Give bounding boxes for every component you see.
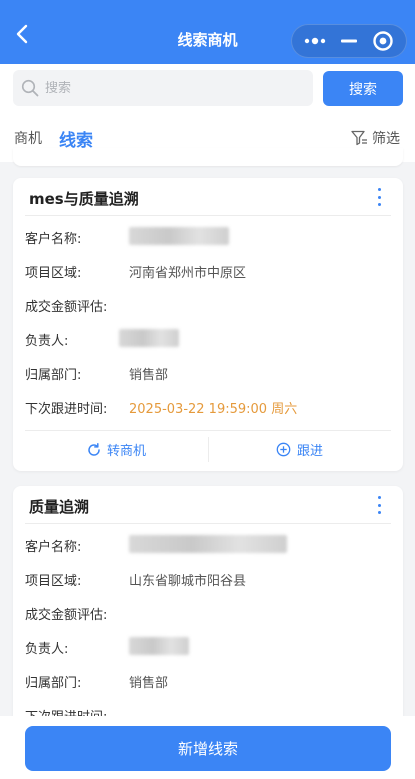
field-label: 项目区域: [25,266,82,281]
field-value: 河南省郑州市中原区 [129,266,247,281]
field-label: 归属部门: [25,676,82,691]
search-button[interactable]: 搜索 [323,71,403,106]
field-label: 客户名称: [25,232,82,247]
previous-card-edge [13,148,403,166]
search-bar: 搜索 [0,64,415,116]
field-label: 成交金额评估: [25,300,108,315]
field-value: 销售部 [129,368,169,383]
owner-field: 负责人: [25,322,391,356]
more-options-button[interactable] [371,494,387,516]
refresh-icon [88,442,100,456]
tab-business-opportunity[interactable]: 商机 [14,128,42,148]
minimize-icon [341,39,357,43]
dot-icon [377,188,381,191]
plus-circle-icon [276,442,291,457]
dot-icon [377,195,381,199]
dot-icon [377,511,381,514]
deal-amount-field: 成交金额评估: [25,596,391,630]
redacted-owner [129,637,189,655]
next-followup-time: 2025-03-22 19:59:00 周六 [129,402,298,417]
search-input[interactable] [45,80,285,96]
customer-name-field: 客户名称: [25,220,391,254]
more-dots-button[interactable] [300,29,330,53]
lead-card[interactable]: mes与质量追溯 客户名称: 项目区域: 河南省郑州市中原区 成交金额评估: 负… [13,178,403,471]
redacted-customer-name [129,535,287,553]
filter-label: 筛选 [372,131,400,147]
filter-icon [351,130,367,146]
search-box[interactable] [13,70,313,106]
search-icon [21,79,39,97]
field-value: 销售部 [129,676,169,691]
convert-to-opportunity-button[interactable]: 转商机 [25,431,208,468]
field-label: 下次跟进时间: [25,402,108,417]
redacted-customer-name [129,227,229,245]
card-title: mes与质量追溯 [29,190,139,208]
card-actions: 转商机 跟进 [25,430,391,468]
customer-name-field: 客户名称: [25,528,391,562]
navigation-bar: 线索商机 [0,0,415,64]
follow-up-button[interactable]: 跟进 [208,431,391,468]
field-label: 成交金额评估: [25,608,108,623]
field-label: 负责人: [25,642,69,657]
redacted-owner [119,329,179,347]
department-field: 归属部门: 销售部 [25,356,391,390]
lead-card[interactable]: 质量追溯 客户名称: 项目区域: 山东省聊城市阳谷县 成交金额评估: 负责人: … [13,486,403,726]
dot-icon [377,203,381,206]
action-label: 跟进 [296,444,323,459]
card-title: 质量追溯 [29,498,90,516]
card-header: 质量追溯 [25,486,391,524]
bottom-bar: 新增线索 [0,716,415,779]
field-value: 山东省聊城市阳谷县 [129,574,247,589]
field-label: 项目区域: [25,574,82,589]
owner-field: 负责人: [25,630,391,664]
field-label: 负责人: [25,334,69,349]
project-region-field: 项目区域: 山东省聊城市阳谷县 [25,562,391,596]
field-label: 归属部门: [25,368,82,383]
department-field: 归属部门: 销售部 [25,664,391,698]
add-lead-button[interactable]: 新增线索 [25,726,391,771]
action-label: 转商机 [106,444,146,459]
project-region-field: 项目区域: 河南省郑州市中原区 [25,254,391,288]
mini-program-capsule [291,24,407,58]
filter-button[interactable]: 筛选 [351,128,400,148]
target-icon [373,31,393,51]
card-header: mes与质量追溯 [25,178,391,216]
dot-icon [377,496,381,499]
deal-amount-field: 成交金额评估: [25,288,391,322]
dot-icon [377,503,381,507]
more-dots-icon [304,37,326,45]
more-options-button[interactable] [371,186,387,208]
close-mini-program-button[interactable] [368,29,398,53]
next-followup-field: 下次跟进时间: 2025-03-22 19:59:00 周六 [25,390,391,424]
minimize-button[interactable] [334,29,364,53]
field-label: 客户名称: [25,540,82,555]
